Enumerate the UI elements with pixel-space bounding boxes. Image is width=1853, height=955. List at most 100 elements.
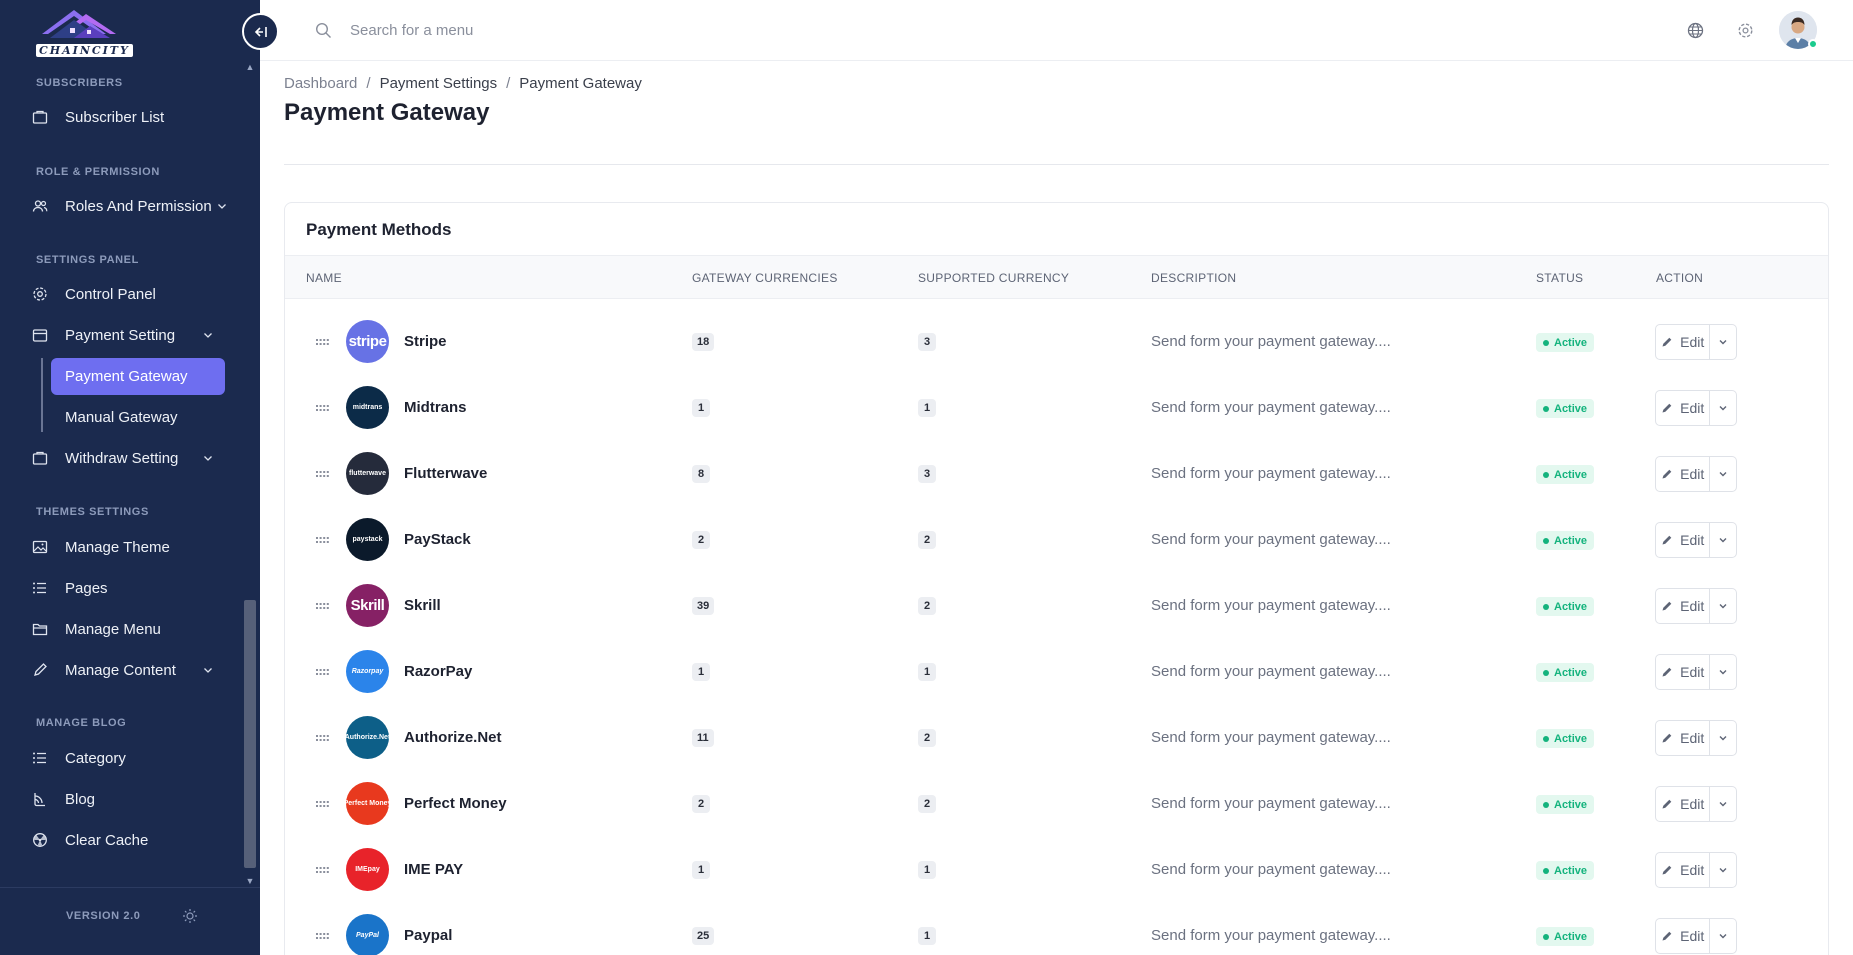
- breadcrumb-current: Payment Gateway: [519, 75, 642, 92]
- drag-handle-icon[interactable]: [316, 405, 329, 411]
- supported-currency-badge: 3: [918, 333, 936, 351]
- divider: [284, 164, 1829, 165]
- sidebar-scrollbar[interactable]: ▲ ▼: [242, 60, 258, 888]
- sidebar-item-manual-gateway[interactable]: Manual Gateway: [51, 399, 225, 436]
- breadcrumb-separator: /: [506, 75, 511, 92]
- paystack-logo: paystack: [346, 518, 389, 561]
- table-row[interactable]: IMEpay IME PAY 1 1 Send form your paymen…: [285, 837, 1828, 903]
- sidebar-item-manage-theme[interactable]: Manage Theme: [30, 529, 225, 565]
- edit-button[interactable]: Edit: [1655, 852, 1711, 888]
- more-actions-dropdown-button[interactable]: [1710, 654, 1737, 690]
- table-row[interactable]: Authorize.Net Authorize.Net 11 2 Send fo…: [285, 705, 1828, 771]
- chaincity-logo[interactable]: CHAINCITY: [30, 4, 133, 57]
- status-dot: [1543, 867, 1549, 874]
- status-dot: [1543, 669, 1549, 676]
- logo-house-icon: [42, 10, 116, 38]
- sidebar-item-label: Control Panel: [65, 285, 156, 303]
- edit-button[interactable]: Edit: [1655, 456, 1711, 492]
- sidebar-item-manage-menu[interactable]: Manage Menu: [30, 611, 225, 647]
- more-actions-dropdown-button[interactable]: [1710, 918, 1737, 954]
- table-row[interactable]: Perfect Money Perfect Money 2 2 Send for…: [285, 771, 1828, 837]
- sidebar-item-clear-cache[interactable]: Clear Cache: [30, 822, 225, 858]
- skrill-logo: Skrill: [346, 584, 389, 627]
- table-row[interactable]: Skrill Skrill 39 2 Send form your paymen…: [285, 573, 1828, 639]
- edit-button[interactable]: Edit: [1655, 654, 1711, 690]
- edit-label: Edit: [1680, 334, 1705, 350]
- gateway-description: Send form your payment gateway....: [1151, 663, 1391, 680]
- chevron-down-icon: [1719, 868, 1727, 873]
- online-status-dot: [1808, 39, 1818, 49]
- more-actions-dropdown-button[interactable]: [1710, 456, 1737, 492]
- column-header-action: ACTION: [1656, 271, 1704, 285]
- table-row[interactable]: midtrans Midtrans 1 1 Send form your pay…: [285, 375, 1828, 441]
- drag-handle-icon[interactable]: [316, 537, 329, 543]
- edit-button[interactable]: Edit: [1655, 324, 1711, 360]
- status-label: Active: [1554, 534, 1588, 547]
- chevron-down-icon: [204, 668, 212, 673]
- drag-handle-icon[interactable]: [316, 933, 329, 939]
- scroll-down-arrow-icon[interactable]: ▼: [242, 874, 258, 888]
- drag-handle-icon[interactable]: [316, 339, 329, 345]
- edit-button[interactable]: Edit: [1655, 588, 1711, 624]
- more-actions-dropdown-button[interactable]: [1710, 522, 1737, 558]
- edit-button[interactable]: Edit: [1655, 918, 1711, 954]
- globe-icon[interactable]: [1687, 22, 1704, 39]
- drag-handle-icon[interactable]: [316, 735, 329, 741]
- gateway-name: Perfect Money: [404, 795, 507, 812]
- sidebar-item-payment-setting[interactable]: Payment Setting: [30, 317, 225, 353]
- sidebar-item-pages[interactable]: Pages: [30, 570, 225, 606]
- table-row[interactable]: flutterwave Flutterwave 8 3 Send form yo…: [285, 441, 1828, 507]
- supported-currency-badge: 1: [918, 663, 936, 681]
- table-row[interactable]: paystack PayStack 2 2 Send form your pay…: [285, 507, 1828, 573]
- more-actions-dropdown-button[interactable]: [1710, 786, 1737, 822]
- folder-icon: [30, 107, 50, 127]
- sidebar-footer: VERSION 2.0: [0, 887, 260, 955]
- drag-handle-icon[interactable]: [316, 471, 329, 477]
- drag-handle-icon[interactable]: [316, 669, 329, 675]
- sidebar-item-roles[interactable]: Roles And Permission: [30, 188, 226, 224]
- sidebar-item-category[interactable]: Category: [30, 740, 225, 776]
- sidebar-item-manage-content[interactable]: Manage Content: [30, 652, 225, 688]
- table-row[interactable]: stripe Stripe 18 3 Send form your paymen…: [285, 309, 1828, 375]
- logo-text: CHAINCITY: [36, 44, 133, 57]
- table-row[interactable]: Razorpay RazorPay 1 1 Send form your pay…: [285, 639, 1828, 705]
- status-label: Active: [1554, 864, 1588, 877]
- more-actions-dropdown-button[interactable]: [1710, 588, 1737, 624]
- gateway-name: Paypal: [404, 927, 453, 944]
- gateway-currencies-badge: 18: [692, 333, 715, 351]
- table-row[interactable]: PayPal Paypal 25 1 Send form your paymen…: [285, 903, 1828, 955]
- column-header-gateway-currencies: GATEWAY CURRENCIES: [692, 271, 838, 285]
- scroll-thumb[interactable]: [244, 600, 256, 868]
- gateway-currencies-badge: 11: [692, 729, 714, 747]
- drag-handle-icon[interactable]: [316, 867, 329, 873]
- more-actions-dropdown-button[interactable]: [1710, 720, 1737, 756]
- edit-button[interactable]: Edit: [1655, 786, 1711, 822]
- sidebar-item-payment-gateway[interactable]: Payment Gateway: [51, 358, 225, 395]
- drag-handle-icon[interactable]: [316, 603, 329, 609]
- edit-button[interactable]: Edit: [1655, 720, 1711, 756]
- drag-handle-icon[interactable]: [316, 801, 329, 807]
- collapse-sidebar-button[interactable]: [242, 13, 279, 50]
- sidebar-item-withdraw-setting[interactable]: Withdraw Setting: [30, 440, 225, 476]
- scroll-up-arrow-icon[interactable]: ▲: [242, 60, 258, 74]
- gear-icon[interactable]: [1737, 22, 1754, 39]
- sun-icon[interactable]: [182, 908, 198, 924]
- edit-label: Edit: [1680, 730, 1705, 746]
- gateway-description: Send form your payment gateway....: [1151, 531, 1391, 548]
- gateway-currencies-badge: 25: [692, 927, 715, 945]
- edit-button[interactable]: Edit: [1655, 390, 1711, 426]
- search-input[interactable]: [350, 16, 750, 44]
- status-badge: Active: [1536, 663, 1595, 682]
- sidebar-item-label: Pages: [65, 579, 108, 597]
- sidebar-item-subscriber-list[interactable]: Subscriber List: [30, 99, 225, 135]
- more-actions-dropdown-button[interactable]: [1710, 324, 1737, 360]
- more-actions-dropdown-button[interactable]: [1710, 390, 1737, 426]
- sidebar-item-label: Subscriber List: [65, 108, 165, 126]
- sidebar-item-control-panel[interactable]: Control Panel: [30, 276, 225, 312]
- more-actions-dropdown-button[interactable]: [1710, 852, 1737, 888]
- breadcrumb-payment-settings[interactable]: Payment Settings: [380, 75, 498, 92]
- supported-currency-badge: 2: [918, 729, 936, 747]
- sidebar-item-blog[interactable]: Blog: [30, 781, 225, 817]
- edit-button[interactable]: Edit: [1655, 522, 1711, 558]
- breadcrumb-dashboard[interactable]: Dashboard: [284, 75, 357, 92]
